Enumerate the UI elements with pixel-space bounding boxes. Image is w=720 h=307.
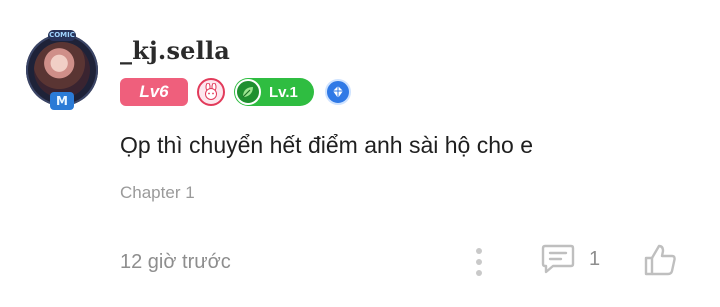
avatar[interactable]: COMIC M <box>22 28 102 112</box>
avatar-frame-emblem: M <box>50 92 74 110</box>
leaf-icon <box>235 79 261 105</box>
comment-timestamp: 12 giờ trước <box>120 251 231 273</box>
level-badge: Lv6 <box>120 78 188 106</box>
thumbs-up-icon <box>644 244 676 276</box>
like-button[interactable] <box>642 242 678 283</box>
reply-count: 1 <box>589 247 601 270</box>
rabbit-icon <box>197 78 225 106</box>
badge-row: Lv6 Lv.1 <box>120 77 351 107</box>
chapter-label[interactable]: Chapter 1 <box>120 183 195 203</box>
level-1-label: Lv.1 <box>269 83 298 101</box>
crystal-icon <box>325 79 351 105</box>
more-dots-icon[interactable] <box>472 248 486 276</box>
reply-icon <box>541 244 575 274</box>
level-1-badge: Lv.1 <box>234 78 314 106</box>
comment-text: Ọp thì chuyển hết điểm anh sài hộ cho e <box>120 132 533 158</box>
username[interactable]: _kj.sella <box>120 36 230 65</box>
avatar-frame-tag: COMIC <box>48 30 76 41</box>
avatar-photo <box>34 42 90 98</box>
reply-button[interactable]: 1 <box>541 243 600 275</box>
